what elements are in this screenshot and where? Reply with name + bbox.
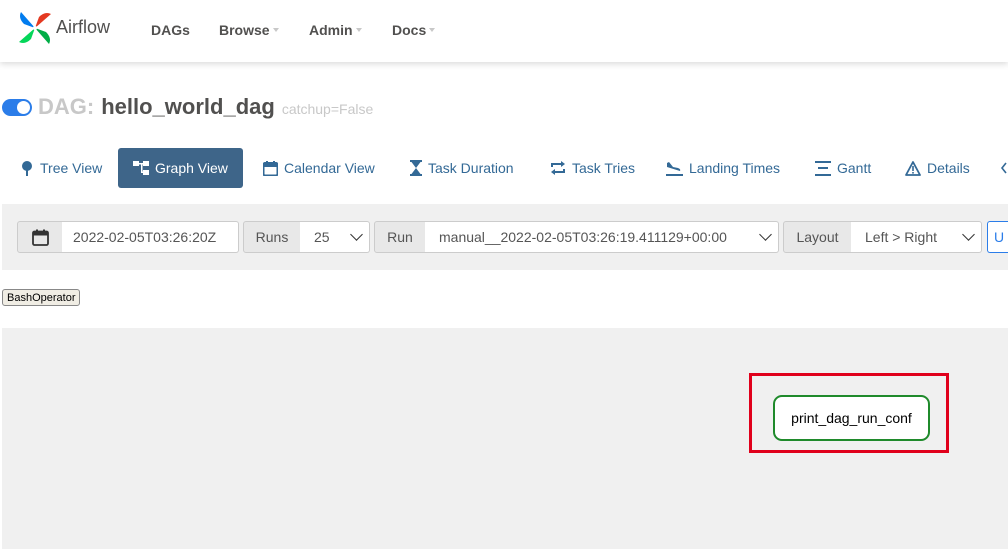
graph-icon <box>133 161 149 175</box>
nav-admin[interactable]: Admin <box>309 22 362 38</box>
repeat-icon <box>551 161 565 175</box>
runs-label: Runs <box>243 221 301 253</box>
dag-subtitle: catchup=False <box>281 101 374 117</box>
tabs-more[interactable] <box>1000 148 1008 188</box>
layout-select[interactable]: Left > Right <box>851 221 982 253</box>
run-select[interactable]: manual__2022-02-05T03:26:19.411129+00:00 <box>425 221 779 253</box>
chevron-left-icon <box>1000 162 1007 174</box>
tab-landing-times[interactable]: Landing Times <box>666 148 780 188</box>
tab-calendar-view[interactable]: Calendar View <box>263 148 375 188</box>
dag-header: DAG: hello_world_dag catchup=False <box>2 92 373 122</box>
tab-tree-view[interactable]: Tree View <box>20 148 102 188</box>
brand-link[interactable]: Airflow <box>16 11 110 49</box>
calendar-button[interactable] <box>17 221 63 253</box>
nav-browse[interactable]: Browse <box>219 22 279 38</box>
pause-toggle[interactable] <box>2 98 32 116</box>
tab-task-tries[interactable]: Task Tries <box>550 148 635 188</box>
tab-details[interactable]: Details <box>905 148 970 188</box>
nav-dags[interactable]: DAGs <box>151 22 190 38</box>
caret-down-icon <box>272 28 279 32</box>
nav-docs[interactable]: Docs <box>392 22 436 38</box>
brand-name: Airflow <box>56 16 111 37</box>
top-navbar: Airflow DAGs Browse Admin Docs <box>0 0 1008 62</box>
caret-down-icon <box>355 28 362 32</box>
gantt-icon <box>815 160 831 176</box>
base-date-input[interactable]: 2022-02-05T03:26:20Z <box>62 221 239 253</box>
task-node[interactable]: print_dag_run_conf <box>773 395 930 441</box>
toggle-knob <box>17 100 30 114</box>
tab-gantt[interactable]: Gantt <box>815 148 871 188</box>
dag-name: hello_world_dag <box>101 94 275 119</box>
tree-icon <box>22 161 32 176</box>
chevron-down-icon <box>962 228 975 241</box>
chevron-down-icon <box>350 228 363 241</box>
calendar-icon <box>263 160 278 176</box>
runs-select[interactable]: 25 <box>300 221 370 253</box>
run-label: Run <box>374 221 426 253</box>
hourglass-icon <box>410 160 422 176</box>
plane-landing-icon <box>666 161 683 176</box>
dag-label: DAG: <box>38 94 95 119</box>
tab-task-duration[interactable]: Task Duration <box>410 148 514 188</box>
layout-label: Layout <box>783 221 852 253</box>
update-button[interactable]: U <box>987 221 1008 253</box>
chevron-down-icon <box>759 228 772 241</box>
dag-controls-form: 2022-02-05T03:26:20Z Runs 25 Run manual_… <box>2 204 1008 270</box>
operator-legend-bashoperator[interactable]: BashOperator <box>2 289 81 306</box>
airflow-logo-icon <box>16 9 54 52</box>
tab-graph-view[interactable]: Graph View <box>118 148 243 188</box>
warning-triangle-icon <box>905 160 921 176</box>
caret-down-icon <box>429 28 436 32</box>
calendar-icon <box>31 229 49 246</box>
